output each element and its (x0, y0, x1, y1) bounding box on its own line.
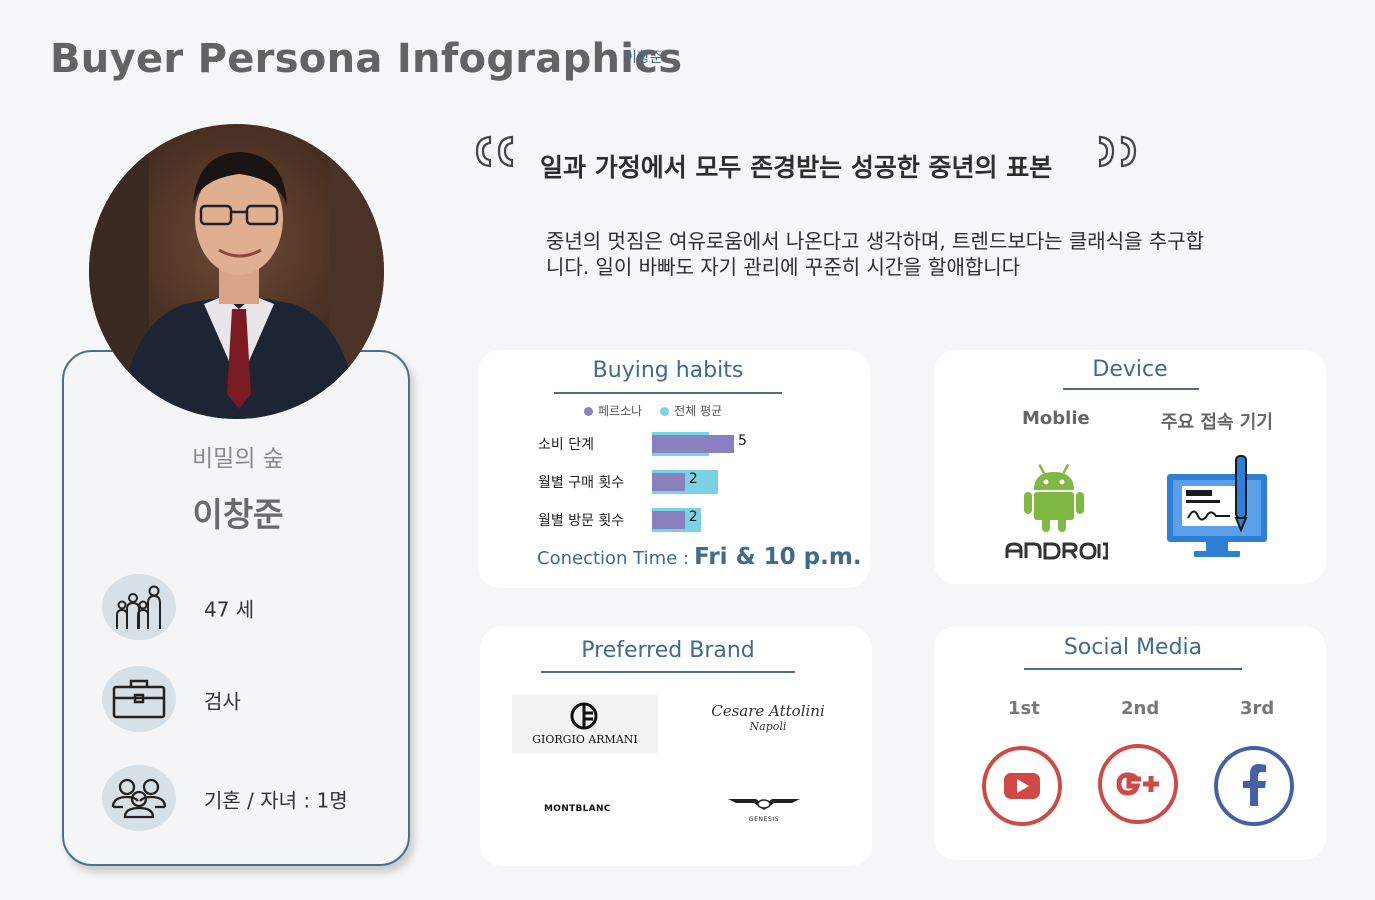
rank-first: 1st (1008, 698, 1040, 719)
age-row: 47 세 (102, 574, 402, 642)
open-quote-icon (474, 134, 516, 174)
social-media-rule (1024, 668, 1242, 670)
buying-habits-title: Buying habits (592, 358, 744, 383)
group-people-icon (102, 765, 176, 831)
armani-logo: GIORGIO ARMANI (512, 695, 658, 753)
youtube-icon[interactable] (980, 744, 1064, 832)
author-label: 이창준 (624, 50, 663, 66)
job-row: 검사 (102, 666, 402, 734)
job-text: 검사 (204, 689, 241, 714)
montblanc-logo: MONTBLANC (544, 804, 611, 814)
main-device-label: 주요 접속 기기 (1161, 412, 1273, 433)
connection-time-value: Fri & 10 p.m. (694, 544, 862, 570)
rank-second: 2nd (1121, 698, 1160, 719)
bar-category-label: 소비 단계 (538, 437, 594, 453)
bar-persona (652, 511, 685, 529)
device-panel: Device Moblie 주요 접속 기기 (934, 350, 1326, 584)
legend-average: 전체 평균 (660, 402, 722, 419)
age-text: 47 세 (204, 597, 255, 622)
legend-persona: 페르소나 (584, 402, 642, 419)
family-people-icon (102, 574, 176, 640)
social-media-panel: Social Media 1st 2nd 3rd (934, 626, 1326, 860)
bar-persona (652, 473, 685, 491)
android-icon (1022, 462, 1086, 538)
bar-category-label: 월별 구매 횟수 (538, 475, 625, 491)
buying-habits-rule (554, 392, 782, 394)
device-title: Device (1092, 357, 1168, 382)
bar-value-label: 2 (688, 509, 698, 525)
android-wordmark (1004, 540, 1109, 566)
connection-time: Conection Time : Fri & 10 p.m. (537, 544, 862, 570)
mobile-label: Moblie (1022, 408, 1090, 429)
persona-name: 이창준 (192, 495, 284, 534)
attolini-logo: Cesare Attolini Napoli (711, 702, 825, 733)
family-text: 기혼 / 자녀 : 1명 (204, 788, 348, 813)
genesis-logo: GENESIS (726, 796, 802, 823)
device-rule (1063, 388, 1199, 390)
buying-habits-panel: Buying habits 페르소나 전체 평균 소비 단계 5 월별 구매 횟수 2… (478, 350, 870, 588)
briefcase-icon (102, 666, 176, 732)
bar-persona (652, 435, 734, 453)
preferred-brand-rule (541, 671, 795, 673)
page-title: Buyer Persona Infographics (50, 36, 683, 82)
profile-card: 비밀의 숲 이창준 47 세 검사 기혼 / 자녀: 1명 (62, 350, 410, 866)
persona-photo (89, 124, 384, 419)
bar-value-label: 2 (688, 471, 698, 487)
drama-title: 비밀의 숲 (192, 446, 284, 472)
google-plus-icon[interactable] (1096, 742, 1180, 830)
chart-legend: 페르소나 전체 평균 (584, 402, 722, 419)
social-media-title: Social Media (1063, 635, 1203, 660)
rank-third: 3rd (1240, 698, 1275, 719)
family-row: 기혼 / 자녀 : 1명 (102, 765, 402, 833)
quote-description: 중년의 멋짐은 여유로움에서 나온다고 생각하며, 트렌드보다는 클래식을 추구… (546, 229, 1205, 279)
bar-value-label: 5 (738, 433, 747, 449)
preferred-brand-title: Preferred Brand (581, 638, 755, 663)
desktop-computer-icon (1164, 454, 1272, 566)
connection-time-label: Conection Time : (537, 548, 689, 569)
quote-headline: 일과 가정에서 모두 존경받는 성공한 중년의 표본 (540, 153, 1053, 182)
close-quote-icon (1096, 134, 1138, 174)
preferred-brand-panel: Preferred Brand GIORGIO ARMANI Cesare At… (480, 626, 872, 866)
bar-category-label: 월별 방문 횟수 (538, 513, 625, 529)
facebook-icon[interactable] (1212, 744, 1296, 832)
